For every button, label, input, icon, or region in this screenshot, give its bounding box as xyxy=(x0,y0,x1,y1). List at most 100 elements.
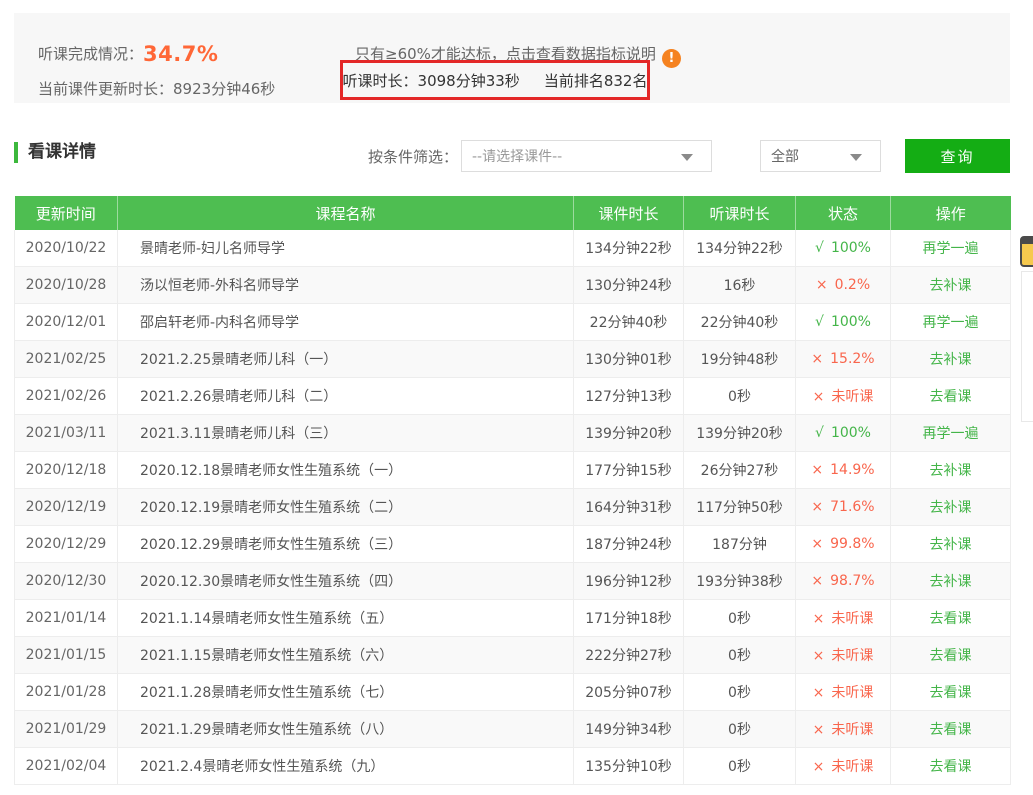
action-link[interactable]: 去补课 xyxy=(930,463,972,479)
status-select[interactable]: 全部 xyxy=(760,140,881,172)
cell-listen-duration: 193分钟38秒 xyxy=(684,563,796,600)
action-link[interactable]: 去补课 xyxy=(930,278,972,294)
action-link[interactable]: 去看课 xyxy=(930,759,972,775)
status-mark-icon: × xyxy=(816,277,828,293)
cell-update-time: 2020/10/28 xyxy=(15,267,118,304)
cell-course-name: 邵启轩老师-内科名师导学 xyxy=(118,304,574,341)
action-link[interactable]: 去补课 xyxy=(930,574,972,590)
completion-line: 听课完成情况：34.7% xyxy=(38,43,218,65)
cell-courseware-duration: 149分钟34秒 xyxy=(574,711,684,748)
col-header-5: 操作 xyxy=(891,196,1011,230)
cell-course-name: 2020.12.29景晴老师女性生殖系统（三） xyxy=(118,526,574,563)
status-mark-icon: × xyxy=(813,648,825,664)
cell-courseware-duration: 164分钟31秒 xyxy=(574,489,684,526)
action-link[interactable]: 去补课 xyxy=(930,500,972,516)
action-link[interactable]: 再学一遍 xyxy=(923,315,979,331)
status-mark-icon: × xyxy=(811,573,823,589)
pencil-icon[interactable] xyxy=(1020,236,1033,267)
table-row: 2020/12/01邵启轩老师-内科名师导学22分钟40秒22分钟40秒√100… xyxy=(15,304,1011,341)
table-header-row: 更新时间课程名称课件时长听课时长状态操作 xyxy=(15,196,1011,230)
courseware-select[interactable]: --请选择课件-- xyxy=(461,140,712,172)
action-link[interactable]: 去看课 xyxy=(930,685,972,701)
cell-action: 去看课 xyxy=(891,711,1011,748)
cell-action: 去补课 xyxy=(891,267,1011,304)
cell-update-time: 2020/12/29 xyxy=(15,526,118,563)
cell-update-time: 2021/01/29 xyxy=(15,711,118,748)
col-header-3: 听课时长 xyxy=(684,196,796,230)
cell-courseware-duration: 205分钟07秒 xyxy=(574,674,684,711)
status-text: 0.2% xyxy=(835,277,871,293)
cell-courseware-duration: 187分钟24秒 xyxy=(574,526,684,563)
cell-listen-duration: 0秒 xyxy=(684,711,796,748)
query-button[interactable]: 查询 xyxy=(905,139,1010,173)
summary-panel: 听课完成情况：34.7% 只有≥60%才能达标，点击查看数据指标说明! 当前课件… xyxy=(14,13,1010,103)
section-title: 看课详情 xyxy=(28,142,96,163)
status-mark-icon: × xyxy=(811,462,823,478)
cell-listen-duration: 19分钟48秒 xyxy=(684,341,796,378)
cell-status: √100% xyxy=(796,304,891,341)
action-link[interactable]: 去看课 xyxy=(930,389,972,405)
cell-status: ×15.2% xyxy=(796,341,891,378)
cell-courseware-duration: 171分钟18秒 xyxy=(574,600,684,637)
chevron-down-icon xyxy=(850,154,862,161)
action-link[interactable]: 再学一遍 xyxy=(923,426,979,442)
cell-courseware-duration: 134分钟22秒 xyxy=(574,230,684,267)
cell-course-name: 2021.1.14景晴老师女性生殖系统（五） xyxy=(118,600,574,637)
table-row: 2020/10/28汤以恒老师-外科名师导学130分钟24秒16秒×0.2%去补… xyxy=(15,267,1011,304)
warning-icon[interactable]: ! xyxy=(662,49,681,68)
cell-course-name: 2021.1.15景晴老师女性生殖系统（六） xyxy=(118,637,574,674)
col-header-2: 课件时长 xyxy=(574,196,684,230)
table-row: 2020/12/192020.12.19景晴老师女性生殖系统（二）164分钟31… xyxy=(15,489,1011,526)
cell-action: 再学一遍 xyxy=(891,230,1011,267)
col-header-1: 课程名称 xyxy=(118,196,574,230)
cell-listen-duration: 0秒 xyxy=(684,748,796,785)
action-link[interactable]: 去看课 xyxy=(930,648,972,664)
cell-update-time: 2021/02/25 xyxy=(15,341,118,378)
status-mark-icon: √ xyxy=(815,425,824,441)
cell-courseware-duration: 130分钟01秒 xyxy=(574,341,684,378)
col-header-0: 更新时间 xyxy=(15,196,118,230)
cell-listen-duration: 16秒 xyxy=(684,267,796,304)
table-row: 2021/01/152021.1.15景晴老师女性生殖系统（六）222分钟27秒… xyxy=(15,637,1011,674)
cell-status: ×99.8% xyxy=(796,526,891,563)
cell-course-name: 2020.12.30景晴老师女性生殖系统（四） xyxy=(118,563,574,600)
status-text: 未听课 xyxy=(831,648,873,664)
cell-listen-duration: 0秒 xyxy=(684,674,796,711)
action-link[interactable]: 再学一遍 xyxy=(923,241,979,257)
cell-action: 去补课 xyxy=(891,563,1011,600)
cell-course-name: 2021.2.25景晴老师儿科（一） xyxy=(118,341,574,378)
section-title-bar xyxy=(14,142,18,163)
cell-update-time: 2021/03/11 xyxy=(15,415,118,452)
table-row: 2021/03/112021.3.11景晴老师儿科（三）139分钟20秒139分… xyxy=(15,415,1011,452)
cell-status: ×71.6% xyxy=(796,489,891,526)
table-row: 2021/01/292021.1.29景晴老师女性生殖系统（八）149分钟34秒… xyxy=(15,711,1011,748)
cell-course-name: 2021.3.11景晴老师儿科（三） xyxy=(118,415,574,452)
cell-course-name: 2021.1.28景晴老师女性生殖系统（七） xyxy=(118,674,574,711)
cell-status: ×98.7% xyxy=(796,563,891,600)
action-link[interactable]: 去补课 xyxy=(930,352,972,368)
table-row: 2021/01/282021.1.28景晴老师女性生殖系统（七）205分钟07秒… xyxy=(15,674,1011,711)
cell-update-time: 2021/01/14 xyxy=(15,600,118,637)
cell-course-name: 景晴老师-妇儿名师导学 xyxy=(118,230,574,267)
status-mark-icon: × xyxy=(811,351,823,367)
course-table: 更新时间课程名称课件时长听课时长状态操作 2020/10/22景晴老师-妇儿名师… xyxy=(14,196,1010,785)
update-duration-line: 当前课件更新时长：8923分钟46秒 xyxy=(38,78,275,100)
action-link[interactable]: 去看课 xyxy=(930,611,972,627)
clipped-floating-panel[interactable] xyxy=(1021,271,1033,422)
status-mark-icon: × xyxy=(811,536,823,552)
action-link[interactable]: 去看课 xyxy=(930,722,972,738)
status-mark-icon: √ xyxy=(815,314,824,330)
table-row: 2020/10/22景晴老师-妇儿名师导学134分钟22秒134分钟22秒√10… xyxy=(15,230,1011,267)
table-row: 2021/02/252021.2.25景晴老师儿科（一）130分钟01秒19分钟… xyxy=(15,341,1011,378)
cell-course-name: 2021.1.29景晴老师女性生殖系统（八） xyxy=(118,711,574,748)
cell-listen-duration: 134分钟22秒 xyxy=(684,230,796,267)
cell-status: ×未听课 xyxy=(796,674,891,711)
status-text: 未听课 xyxy=(831,759,873,775)
action-link[interactable]: 去补课 xyxy=(930,537,972,553)
page: 听课完成情况：34.7% 只有≥60%才能达标，点击查看数据指标说明! 当前课件… xyxy=(0,0,1033,795)
status-text: 14.9% xyxy=(830,462,874,478)
update-duration-value: 8923分钟46秒 xyxy=(173,80,275,98)
status-mark-icon: × xyxy=(813,722,825,738)
cell-listen-duration: 0秒 xyxy=(684,378,796,415)
cell-status: × 未听课 xyxy=(796,637,891,674)
